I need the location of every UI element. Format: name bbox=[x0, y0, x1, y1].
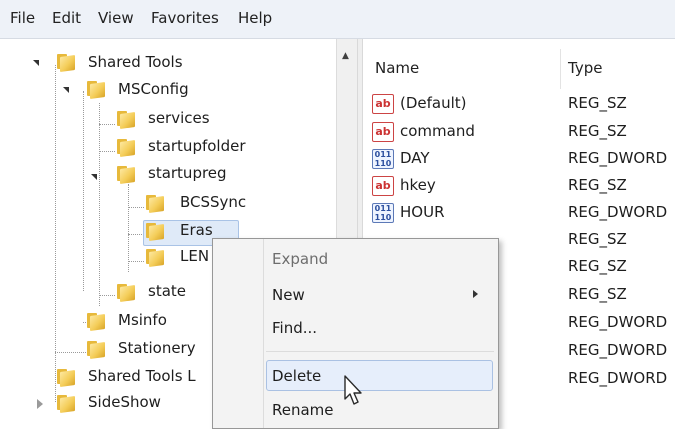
value-name: hkey bbox=[400, 176, 436, 194]
tree-line bbox=[99, 151, 115, 152]
value-type: REG_DWORD bbox=[568, 313, 668, 331]
ab-string-icon: ab bbox=[372, 122, 394, 142]
value-type: REG_SZ bbox=[568, 285, 627, 303]
value-type: REG_SZ bbox=[568, 122, 627, 140]
tree-line bbox=[128, 234, 144, 235]
menu-file[interactable]: File bbox=[10, 9, 35, 27]
folder-icon bbox=[146, 223, 165, 242]
menu-icon-gutter bbox=[263, 239, 264, 428]
list-item[interactable]: 011 110 DAY REG_DWORD bbox=[363, 146, 675, 172]
folder-icon bbox=[146, 249, 165, 268]
value-type: REG_SZ bbox=[568, 230, 627, 248]
value-type: REG_DWORD bbox=[568, 369, 668, 387]
tree-line bbox=[128, 207, 144, 208]
value-name: DAY bbox=[400, 149, 430, 167]
tree-item-eras[interactable]: Eras bbox=[180, 221, 213, 239]
ab-string-icon: ab bbox=[372, 94, 394, 114]
menu-separator bbox=[266, 351, 494, 352]
value-type: REG_SZ bbox=[568, 257, 627, 275]
menu-view[interactable]: View bbox=[98, 9, 134, 27]
submenu-arrow-icon bbox=[473, 290, 478, 298]
menu-item-expand[interactable]: Expand bbox=[272, 250, 328, 268]
menu-item-rename[interactable]: Rename bbox=[272, 401, 334, 419]
tree-line bbox=[55, 352, 88, 353]
tree-item-len[interactable]: LEN bbox=[180, 247, 209, 265]
tree-line bbox=[99, 103, 100, 306]
ab-string-icon: ab bbox=[372, 176, 394, 196]
tree-item-startupfolder[interactable]: startupfolder bbox=[148, 137, 246, 155]
menu-help[interactable]: Help bbox=[238, 9, 272, 27]
folder-icon bbox=[117, 284, 136, 303]
value-name: (Default) bbox=[400, 94, 467, 112]
collapse-arrow-icon[interactable] bbox=[63, 87, 69, 93]
list-item[interactable]: 011 110 HOUR REG_DWORD bbox=[363, 200, 675, 226]
folder-icon bbox=[57, 369, 76, 388]
value-name: HOUR bbox=[400, 203, 445, 221]
list-item[interactable]: ab (Default) REG_SZ bbox=[363, 91, 675, 117]
tree-item-services[interactable]: services bbox=[148, 109, 210, 127]
menu-edit[interactable]: Edit bbox=[52, 9, 81, 27]
tree-line bbox=[128, 184, 129, 272]
value-type: REG_SZ bbox=[568, 94, 627, 112]
tree-line bbox=[83, 91, 84, 291]
expand-arrow-icon[interactable] bbox=[37, 399, 43, 409]
menu-favorites[interactable]: Favorites bbox=[151, 9, 219, 27]
tree-item-startupreg[interactable]: startupreg bbox=[148, 164, 227, 182]
tree-item-shared-tools[interactable]: Shared Tools bbox=[88, 53, 183, 71]
folder-icon bbox=[117, 139, 136, 158]
dword-icon: 011 110 bbox=[372, 149, 394, 169]
folder-icon bbox=[57, 54, 76, 73]
column-divider[interactable] bbox=[560, 49, 561, 89]
value-type: REG_DWORD bbox=[568, 341, 668, 359]
tree-item-stationery[interactable]: Stationery bbox=[118, 339, 196, 357]
value-type: REG_DWORD bbox=[568, 203, 668, 221]
folder-icon bbox=[117, 111, 136, 130]
menu-item-new[interactable]: New bbox=[272, 286, 305, 304]
column-header-type[interactable]: Type bbox=[568, 49, 602, 89]
dword-icon: 011 110 bbox=[372, 203, 394, 223]
folder-icon bbox=[146, 195, 165, 214]
value-name: command bbox=[400, 122, 475, 140]
menu-item-find[interactable]: Find... bbox=[272, 319, 317, 337]
value-type: REG_SZ bbox=[568, 176, 627, 194]
menu-bar: File Edit View Favorites Help bbox=[0, 0, 675, 39]
tree-item-msconfig[interactable]: MSConfig bbox=[118, 80, 189, 98]
tree-line bbox=[99, 295, 115, 296]
tree-line bbox=[99, 124, 115, 125]
value-type: REG_DWORD bbox=[568, 149, 668, 167]
list-item[interactable]: ab command REG_SZ bbox=[363, 119, 675, 145]
collapse-arrow-icon[interactable] bbox=[33, 60, 39, 66]
folder-icon bbox=[87, 341, 106, 360]
scroll-up-icon[interactable]: ▲ bbox=[342, 51, 349, 61]
folder-icon bbox=[87, 313, 106, 332]
tree-item-state[interactable]: state bbox=[148, 282, 186, 300]
collapse-arrow-icon[interactable] bbox=[91, 174, 97, 180]
folder-icon bbox=[87, 81, 106, 100]
folder-icon bbox=[57, 395, 76, 414]
mouse-cursor-icon bbox=[344, 375, 362, 405]
tree-item-sideshow[interactable]: SideShow bbox=[88, 393, 161, 411]
tree-line bbox=[128, 261, 144, 262]
menu-item-delete[interactable]: Delete bbox=[272, 367, 321, 385]
column-header-name[interactable]: Name bbox=[375, 49, 419, 89]
folder-icon bbox=[117, 166, 136, 185]
tree-item-msinfo[interactable]: Msinfo bbox=[118, 311, 167, 329]
list-item[interactable]: ab hkey REG_SZ bbox=[363, 173, 675, 199]
tree-item-bcssync[interactable]: BCSSync bbox=[180, 193, 246, 211]
tree-item-shared-tools-l[interactable]: Shared Tools L bbox=[88, 367, 196, 385]
